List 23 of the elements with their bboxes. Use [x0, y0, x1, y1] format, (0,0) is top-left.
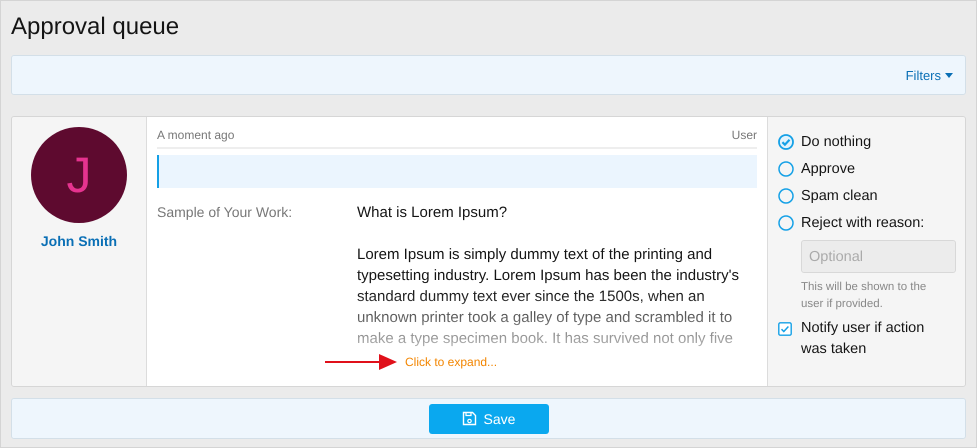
checkbox-icon[interactable]	[778, 322, 792, 336]
caret-icon	[945, 72, 953, 78]
radio-icon[interactable]	[778, 160, 794, 176]
field-text: Lorem Ipsum is simply dummy text of the printing and typesetting industry. Lorem Ipsum has been the industry's standard dummy text ever since the 1500s, when an unknown printer took a galley of type and scrambled it to make a type specimen book. It has survived not only five	[357, 245, 740, 349]
field-heading: What is Lorem Ipsum?	[357, 203, 508, 223]
radio-icon[interactable]	[778, 214, 794, 230]
user-avatar: J	[31, 127, 127, 223]
field-label: Sample of Your Work:	[157, 203, 294, 222]
action-radio[interactable]: Approve	[778, 155, 955, 182]
radio-icon[interactable]	[778, 134, 794, 150]
action-radio[interactable]: Reject with reason:	[778, 209, 955, 236]
page-title: Approval queue	[11, 13, 180, 41]
filters-link[interactable]: Filters	[906, 68, 953, 82]
reason-hint: This will be shown to the user if provided.	[801, 280, 928, 312]
pointer-arrow	[325, 354, 397, 370]
action-radio[interactable]: Spam clean	[778, 182, 955, 209]
content-type-label: User	[732, 128, 757, 142]
notify-checkbox[interactable]: Notify user if action was taken	[778, 318, 955, 360]
action-radio[interactable]: Do nothing	[778, 128, 955, 155]
user-name-link[interactable]: John Smith	[40, 233, 118, 249]
timestamp: A moment ago	[157, 128, 234, 142]
save-icon	[462, 411, 477, 426]
radio-icon[interactable]	[778, 188, 794, 204]
